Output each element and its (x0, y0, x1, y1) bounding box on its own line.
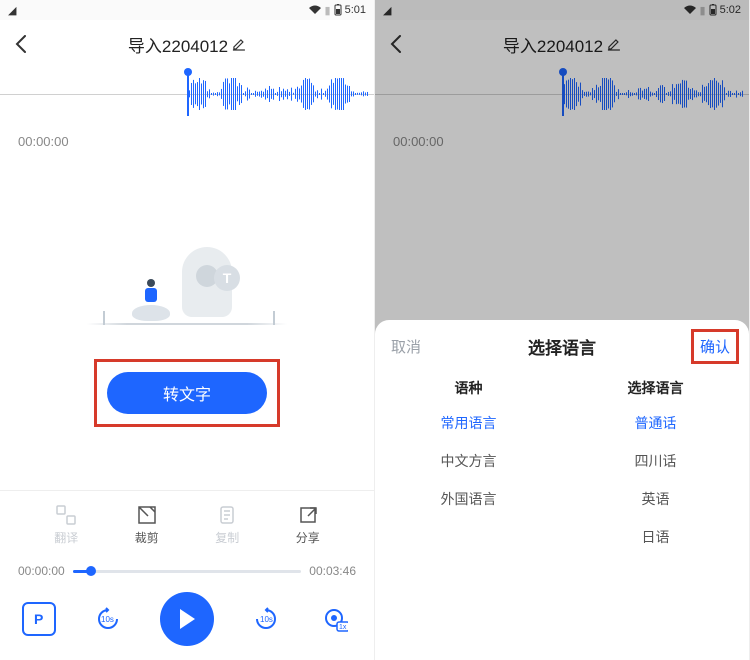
lang-option[interactable]: 日语 (562, 518, 749, 556)
settings-speed-button[interactable]: 1x (318, 602, 352, 636)
tool-label: 裁剪 (135, 529, 159, 546)
裁剪-icon (136, 504, 158, 526)
tool-label: 翻译 (54, 529, 78, 546)
lang-option[interactable]: 四川话 (562, 442, 749, 480)
status-time: 5:01 (345, 4, 366, 16)
svg-text:10s: 10s (260, 615, 273, 624)
forward-10s-button[interactable]: 10s (249, 602, 283, 636)
nav-indicator-icon: ◢ (383, 4, 391, 17)
player: 00:00:00 00:03:46 P 10s 10s 1x (0, 558, 374, 660)
lang-value-picker[interactable]: 普通话四川话英语日语 (562, 404, 749, 660)
status-bar: ◢ ▮ 5:02 (375, 0, 749, 20)
screen-right: ◢ ▮ 5:02 导入2204012 00:00:00 (375, 0, 750, 660)
sheet-title: 选择语言 (528, 334, 596, 359)
sim-icon: ▮ (325, 4, 331, 17)
svg-text:10s: 10s (101, 615, 114, 624)
back-button[interactable] (385, 33, 407, 55)
header: 导入2204012 (375, 20, 749, 68)
screen-left: ◢ ▮ 5:01 导入2204012 00:00:00 (0, 0, 375, 660)
transcribe-button[interactable]: 转文字 (107, 372, 267, 414)
tool-复制: 复制 (215, 504, 239, 546)
progress-thumb[interactable] (86, 566, 96, 576)
time-current-top: 00:00:00 (0, 120, 374, 153)
tool-翻译: 翻译 (54, 504, 78, 546)
battery-icon (709, 4, 717, 16)
empty-illustration: T (87, 217, 287, 337)
sheet-confirm-button[interactable]: 确认 (700, 339, 730, 356)
svg-text:P: P (34, 611, 43, 627)
battery-icon (334, 4, 342, 16)
waveform[interactable] (0, 68, 374, 120)
翻译-icon (55, 504, 77, 526)
tool-label: 分享 (296, 529, 320, 546)
分享-icon (297, 504, 319, 526)
lang-col1-header: 语种 (375, 378, 562, 398)
lang-option[interactable]: 常用语言 (375, 404, 562, 442)
edit-icon (232, 37, 246, 51)
parking-button[interactable]: P (22, 602, 56, 636)
wifi-icon (308, 5, 322, 15)
highlight-box: 确认 (691, 329, 739, 364)
back-button[interactable] (10, 33, 32, 55)
tool-裁剪[interactable]: 裁剪 (135, 504, 159, 546)
time-current-top: 00:00:00 (375, 120, 749, 153)
svg-text:1x: 1x (339, 624, 347, 631)
time-current: 00:00:00 (18, 564, 65, 578)
rewind-10s-button[interactable]: 10s (91, 602, 125, 636)
edit-icon (607, 37, 621, 51)
play-button[interactable] (160, 592, 214, 646)
tool-分享[interactable]: 分享 (296, 504, 320, 546)
lang-option[interactable]: 英语 (562, 480, 749, 518)
toolbar: 翻译 裁剪 复制 分享 (0, 490, 374, 558)
lang-columns-header: 语种 选择语言 (375, 372, 749, 404)
lang-col2-header: 选择语言 (562, 378, 749, 398)
sheet-cancel-button[interactable]: 取消 (391, 336, 421, 357)
waveform[interactable] (375, 68, 749, 120)
tool-label: 复制 (215, 529, 239, 546)
illustration-area: T 转文字 (0, 153, 374, 490)
lang-category-picker[interactable]: 常用语言中文方言外国语言 (375, 404, 562, 660)
status-bar: ◢ ▮ 5:01 (0, 0, 374, 20)
page-title[interactable]: 导入2204012 (128, 32, 246, 57)
lang-option[interactable]: 外国语言 (375, 480, 562, 518)
waveform-cursor[interactable] (187, 72, 189, 116)
t-badge-icon: T (214, 265, 240, 291)
复制-icon (216, 504, 238, 526)
highlight-box: 转文字 (94, 359, 280, 427)
wifi-icon (683, 5, 697, 15)
lang-option[interactable]: 普通话 (562, 404, 749, 442)
progress-track[interactable] (73, 570, 302, 573)
language-sheet: 取消 选择语言 确认 语种 选择语言 常用语言中文方言外国语言 普通话四川话英语… (375, 320, 749, 660)
waveform-cursor[interactable] (562, 72, 564, 116)
header: 导入2204012 (0, 20, 374, 68)
time-total: 00:03:46 (309, 564, 356, 578)
page-title[interactable]: 导入2204012 (503, 32, 621, 57)
nav-indicator-icon: ◢ (8, 4, 16, 17)
sim-icon: ▮ (700, 4, 706, 17)
status-time: 5:02 (720, 4, 741, 16)
lang-option[interactable]: 中文方言 (375, 442, 562, 480)
